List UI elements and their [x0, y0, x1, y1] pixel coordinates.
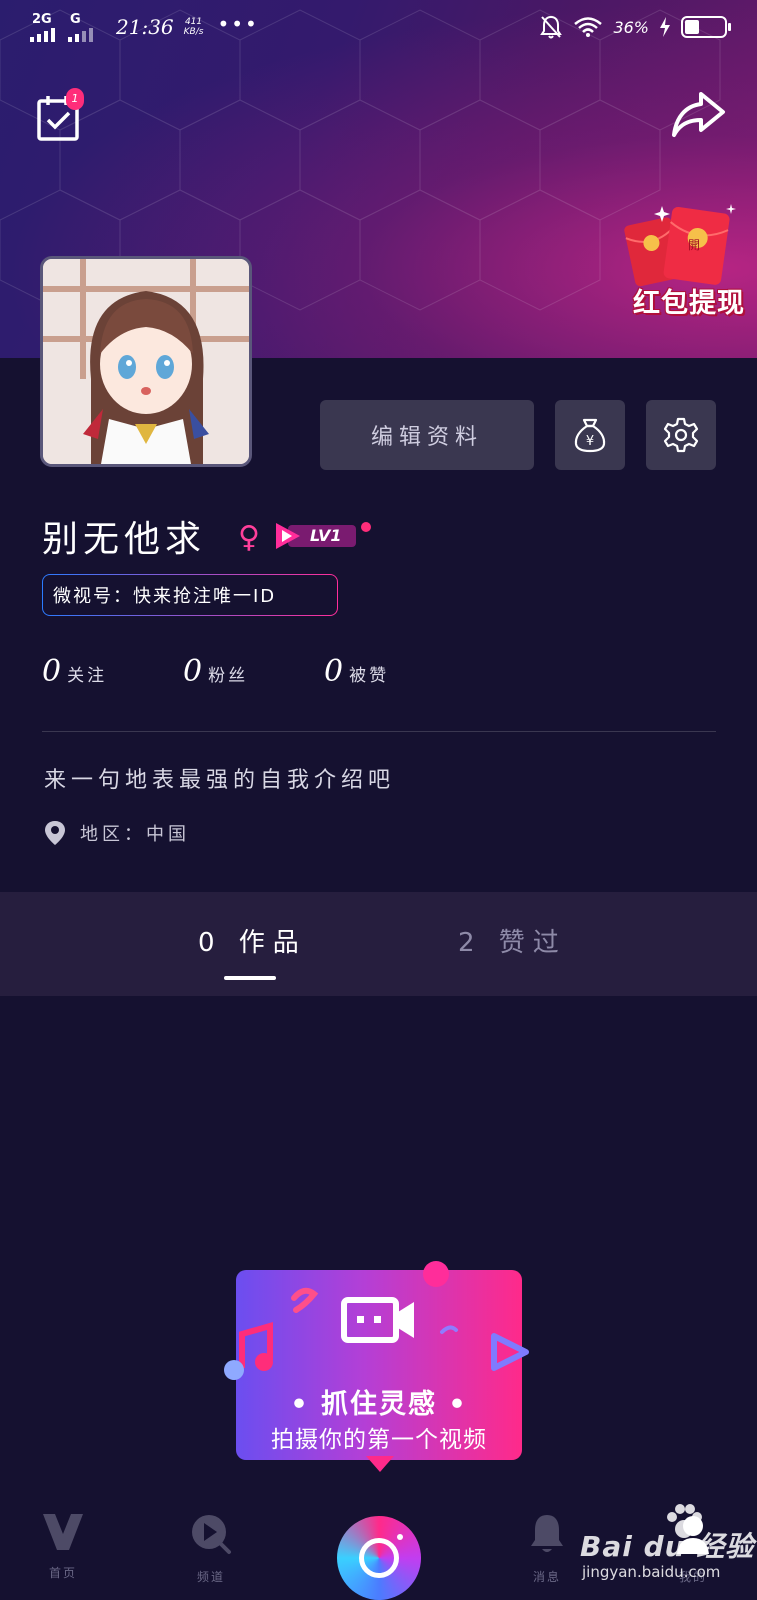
battery-fill — [685, 20, 699, 34]
gender-female-icon: ♀ — [238, 520, 260, 555]
more-notifications-icon: ••• — [217, 12, 259, 36]
share-button[interactable] — [671, 88, 727, 140]
level-notify-dot — [361, 522, 371, 532]
fans-count: 0 — [183, 654, 203, 689]
red-packet-sign: 開 — [688, 238, 701, 252]
music-note-icon — [224, 1322, 273, 1380]
play-circle-icon — [192, 1515, 231, 1554]
money-bag-icon: ¥ — [574, 418, 606, 453]
net-speed-unit: KB/s — [183, 27, 204, 37]
charging-icon — [660, 17, 670, 37]
record-dot — [397, 1534, 403, 1540]
checkin-button[interactable]: 1 — [36, 88, 84, 142]
v-logo-icon — [43, 1514, 83, 1550]
net-speed-value: 411 — [184, 17, 203, 27]
bell-muted-icon — [540, 15, 563, 39]
signal-2g-label: 2G — [32, 12, 52, 27]
battery-icon — [681, 16, 731, 38]
watermark-brand: Bai du 经验 — [580, 1530, 755, 1563]
nav-messages[interactable]: 消息 — [502, 1512, 592, 1585]
watermark-url: jingyan.baidu.com — [582, 1563, 721, 1581]
tab-liked[interactable]: 2 赞过 — [458, 922, 567, 959]
signal-g-label: G — [70, 12, 81, 27]
nav-messages-label: 消息 — [532, 1570, 561, 1584]
region-row: 地区：中国 — [44, 820, 190, 846]
battery-percent: 36% — [613, 17, 649, 37]
following-count: 0 — [42, 654, 62, 689]
checkin-badge: 1 — [66, 88, 84, 110]
wifi-icon — [574, 17, 603, 37]
stat-following[interactable]: 0 关注 — [42, 654, 183, 689]
record-button[interactable] — [337, 1516, 421, 1600]
play-level-icon — [276, 523, 300, 549]
likes-count: 0 — [324, 654, 344, 689]
bio-text[interactable]: 来一句地表最强的自我介绍吧 — [44, 762, 395, 794]
nav-home-label: 首页 — [48, 1566, 77, 1580]
fans-label: 粉丝 — [208, 666, 249, 686]
stat-fans[interactable]: 0 粉丝 — [183, 654, 324, 689]
signal-2g-icon: 2G — [30, 12, 62, 42]
level-badge[interactable]: LV1 — [272, 520, 362, 552]
username: 别无他求 — [42, 519, 207, 560]
likes-label: 被赞 — [349, 666, 390, 686]
nav-channel[interactable]: 频道 — [166, 1512, 256, 1585]
active-tab-indicator — [224, 976, 276, 980]
tab-works[interactable]: 0 作品 — [198, 922, 307, 959]
nav-channel-label: 频道 — [196, 1570, 225, 1584]
red-packet-withdraw-button[interactable]: 開 红包提现 — [607, 200, 747, 320]
red-packet-label: 红包提现 — [633, 288, 745, 319]
share-arrow-icon — [672, 92, 725, 137]
watermark: Bai du 经验 jingyan.baidu.com — [580, 1504, 753, 1585]
avatar[interactable] — [40, 256, 252, 467]
avatar-image — [43, 259, 249, 464]
location-pin-icon — [45, 821, 65, 845]
content-tabs: 0 作品 2 赞过 — [0, 892, 757, 996]
net-speed: 411 KB/s — [184, 17, 204, 37]
nav-home[interactable]: 首页 — [18, 1512, 108, 1581]
settings-button[interactable] — [646, 400, 716, 470]
clock: 21:36 — [116, 15, 174, 39]
record-lens-icon — [359, 1538, 399, 1578]
weishi-id[interactable]: 微视号：快来抢注唯一ID — [42, 574, 338, 616]
promo-subtitle: 拍摄你的第一个视频 — [271, 1427, 487, 1453]
stats-row: 0 关注 0 粉丝 0 被赞 — [42, 654, 465, 689]
gear-icon — [663, 417, 699, 453]
divider — [42, 731, 716, 732]
level-text: LV1 — [310, 526, 342, 545]
bell-icon — [531, 1515, 563, 1552]
promo-pointer — [366, 1456, 394, 1472]
following-label: 关注 — [67, 666, 108, 686]
edit-profile-button[interactable]: 编辑资料 — [320, 400, 534, 470]
stat-likes[interactable]: 0 被赞 — [324, 654, 465, 689]
triangle-play-icon — [491, 1333, 529, 1371]
pink-bubble-icon — [423, 1261, 449, 1287]
region-text: 地区：中国 — [80, 824, 190, 845]
wallet-button[interactable]: ¥ — [555, 400, 625, 470]
status-bar: 2G G 21:36 411 KB/s ••• 36% — [0, 0, 757, 58]
signal-g-icon: G — [68, 12, 100, 42]
wallet-currency: ¥ — [586, 434, 594, 449]
